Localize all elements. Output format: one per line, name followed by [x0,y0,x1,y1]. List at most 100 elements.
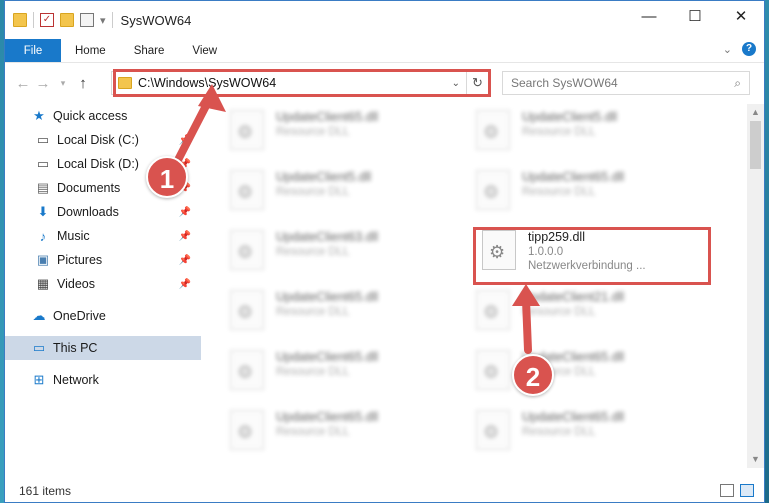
dll-file-icon: ⚙ [476,110,510,150]
file-description: Resource DLL [276,426,350,438]
dll-file-icon: ⚙ [230,230,264,270]
dll-file-icon: ⚙ [230,290,264,330]
pictures-icon: ▣ [36,252,50,267]
drive-icon: ▭ [36,132,50,147]
chevron-down-icon[interactable]: ▾ [100,14,106,27]
dll-file-icon: ⚙ [230,410,264,450]
explorer-window: ✓ ▾ SysWOW64 — ☐ ✕ File Home Share View … [4,0,765,503]
details-view-icon[interactable] [720,484,734,497]
ribbon-tabs: File Home Share View ⌄ ? [5,39,764,63]
scroll-down-icon[interactable]: ▼ [747,451,764,468]
pin-icon[interactable]: 📌 [179,207,191,218]
file-description: Resource DLL [522,306,596,318]
separator [33,12,34,28]
search-icon[interactable]: ⌕ [734,76,741,91]
scroll-up-icon[interactable]: ▲ [747,104,764,121]
file-description: Resource DLL [522,126,596,138]
file-item[interactable]: ⚙ UpdateClient5.dll Resource DLL [476,104,706,156]
pin-icon[interactable]: 📌 [179,279,191,290]
nav-item-local-disk-c[interactable]: ▭ Local Disk (C:) 📌 [5,128,201,152]
file-name: UpdateClient21.dll [522,290,625,304]
file-name: UpdateClient65.dll [276,350,379,364]
file-item[interactable]: ⚙ UpdateClient21.dll Resource DLL [476,284,706,336]
nav-item-label: Local Disk (C:) [57,133,139,147]
callout-badge-2: 2 [512,354,554,396]
vertical-scrollbar[interactable]: ▲ ▼ [747,104,764,468]
back-arrow-icon[interactable]: ← [13,75,33,92]
quick-access-toolbar: ✓ ▾ [13,12,113,28]
file-item[interactable]: ⚙ UpdateClient65.dll Resource DLL [230,104,460,156]
gear-icon: ⚙ [483,182,500,202]
nav-item-music[interactable]: ♪ Music 📌 [5,224,201,248]
cloud-icon: ☁ [32,308,46,323]
star-icon: ★ [33,108,45,123]
tab-view[interactable]: View [178,39,231,62]
forward-arrow-icon[interactable]: → [33,75,53,92]
status-bar: 161 items [5,480,764,502]
item-count: 161 items [19,484,72,498]
scroll-thumb[interactable] [750,121,761,169]
pin-icon[interactable]: 📌 [179,231,191,242]
nav-item-this-pc[interactable]: ▭ This PC [5,336,201,360]
nav-item-label: OneDrive [53,309,106,323]
customize-toolbar-icon[interactable] [80,13,94,27]
file-item[interactable]: ⚙ UpdateClient65.dll Resource DLL [476,344,706,396]
folder-icon[interactable] [13,13,27,27]
nav-item-label: This PC [53,341,98,355]
gear-icon: ⚙ [237,362,254,382]
nav-item-quick-access[interactable]: ★ Quick access [5,104,201,128]
new-folder-icon[interactable] [60,13,74,27]
search-box[interactable]: Search SysWOW64 ⌕ [502,71,750,95]
file-description: Resource DLL [276,126,350,138]
gear-icon: ⚙ [483,362,500,382]
minimize-button[interactable]: — [626,1,672,31]
tab-file[interactable]: File [5,39,61,62]
window-title: SysWOW64 [120,12,192,28]
help-icon[interactable]: ? [742,42,756,56]
tab-home[interactable]: Home [61,39,120,62]
nav-item-label: Network [53,373,99,387]
gear-icon: ⚙ [237,122,254,142]
maximize-button[interactable]: ☐ [672,1,718,31]
tab-share[interactable]: Share [120,39,179,62]
nav-item-label: Pictures [57,253,103,267]
nav-item-network[interactable]: ⊞ Network [5,368,201,392]
file-item[interactable]: ⚙ UpdateClient5.dll Resource DLL [230,164,460,216]
file-item[interactable]: ⚙ UpdateClient63.dll Resource DLL [230,224,460,276]
file-item[interactable]: ⚙ UpdateClient65.dll Resource DLL [230,404,460,456]
gear-icon: ⚙ [237,242,254,262]
network-icon: ⊞ [33,372,45,387]
file-item[interactable]: ⚙ UpdateClient65.dll Resource DLL [230,344,460,396]
search-placeholder[interactable]: Search SysWOW64 [511,76,618,90]
download-icon: ⬇ [37,204,49,219]
file-description: Resource DLL [522,426,596,438]
separator [111,12,113,28]
file-item[interactable]: ⚙ UpdateClient65.dll Resource DLL [476,164,706,216]
properties-check-icon[interactable]: ✓ [40,13,54,27]
ribbon-right-controls: ⌄ ? [723,42,756,56]
file-name: UpdateClient65.dll [522,170,625,184]
pin-icon[interactable]: 📌 [179,255,191,266]
file-name: UpdateClient65.dll [276,290,379,304]
tiles-view-icon[interactable] [740,484,754,497]
close-button[interactable]: ✕ [718,1,764,31]
videos-icon: ▦ [36,276,50,291]
file-highlight-box [473,227,711,285]
gear-icon: ⚙ [237,182,254,202]
nav-item-onedrive[interactable]: ☁ OneDrive [5,304,201,328]
file-item[interactable]: ⚙ UpdateClient65.dll Resource DLL [230,284,460,336]
file-item[interactable]: ⚙ UpdateClient65.dll Resource DLL [476,404,706,456]
recent-locations-chevron-icon[interactable]: ▾ [53,78,73,89]
nav-item-pictures[interactable]: ▣ Pictures 📌 [5,248,201,272]
file-name: UpdateClient5.dll [276,170,372,184]
caption-buttons: — ☐ ✕ [626,1,764,31]
pin-icon[interactable]: 📌 [179,135,191,146]
nav-item-downloads[interactable]: ⬇ Downloads 📌 [5,200,201,224]
expand-ribbon-icon[interactable]: ⌄ [723,43,732,56]
nav-item-label: Music [57,229,90,243]
nav-item-videos[interactable]: ▦ Videos 📌 [5,272,201,296]
file-name: UpdateClient65.dll [276,110,379,124]
up-arrow-icon[interactable]: ↑ [73,75,93,92]
nav-item-label: Local Disk (D:) [57,157,139,171]
file-name: UpdateClient65.dll [276,410,379,424]
